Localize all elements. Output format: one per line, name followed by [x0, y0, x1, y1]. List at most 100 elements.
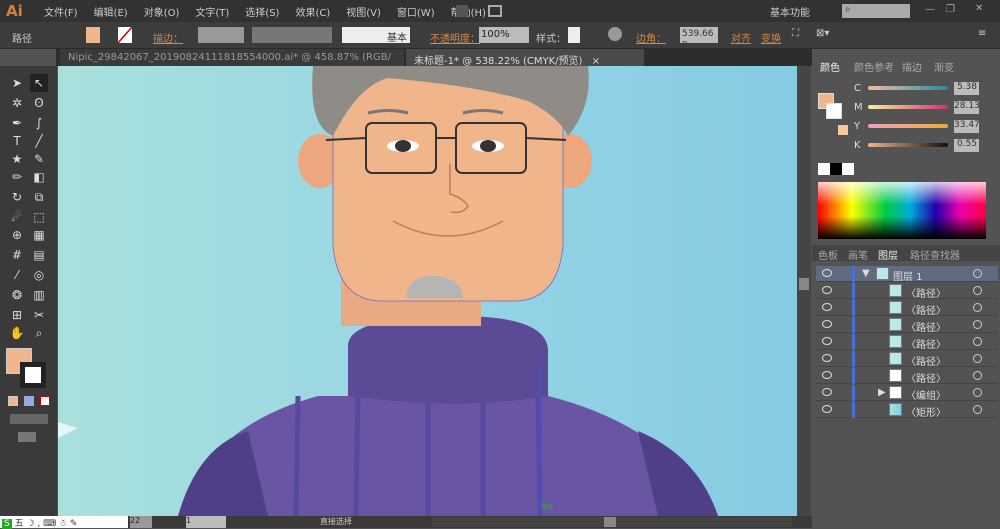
stroke-swatch-none[interactable]: [117, 26, 133, 44]
gradient-mode-button[interactable]: [24, 396, 34, 406]
free-transform-icon[interactable]: ⬚: [30, 208, 48, 226]
target-icon[interactable]: [973, 320, 982, 329]
tab-color[interactable]: 颜色: [820, 59, 840, 74]
isolate-icon[interactable]: ⛶: [792, 28, 799, 39]
out-of-gamut-swatch[interactable]: [838, 125, 848, 135]
layer-item-row[interactable]: 〈路径〉: [816, 300, 998, 317]
rotate-icon[interactable]: ↻: [8, 188, 26, 206]
color-spectrum[interactable]: [818, 182, 986, 239]
target-icon[interactable]: [973, 405, 982, 414]
fill-swatch[interactable]: [86, 27, 100, 43]
graphic-style-swatch[interactable]: [568, 27, 580, 43]
layer-item-row[interactable]: 〈路径〉: [816, 368, 998, 385]
tab-swatches[interactable]: 色板: [818, 247, 838, 262]
hand-icon[interactable]: ✋: [8, 324, 26, 342]
target-icon[interactable]: [973, 388, 982, 397]
visibility-icon[interactable]: [822, 388, 832, 396]
eyedropper-icon[interactable]: ⁄: [8, 266, 26, 284]
graph-icon[interactable]: ▥: [30, 286, 48, 304]
perspective-icon[interactable]: ▦: [30, 226, 48, 244]
corner-label[interactable]: 边角：: [636, 30, 666, 45]
layer-row[interactable]: ▼ 图层 1: [816, 266, 998, 283]
visibility-icon[interactable]: [822, 303, 832, 311]
visibility-icon[interactable]: [822, 337, 832, 345]
black-value[interactable]: 0.55: [954, 139, 979, 152]
pencil-icon[interactable]: ✏: [8, 168, 26, 186]
menu-object[interactable]: 对象(O): [144, 4, 180, 19]
search-input[interactable]: ⌕: [842, 4, 910, 18]
eraser-icon[interactable]: ◧: [30, 168, 48, 186]
white-swatch[interactable]: [842, 163, 854, 175]
black-slider[interactable]: [868, 143, 948, 147]
menu-file[interactable]: 文件(F): [44, 4, 78, 19]
symbol-sprayer-icon[interactable]: ❂: [8, 286, 26, 304]
curvature-icon[interactable]: ∫: [30, 114, 48, 132]
visibility-icon[interactable]: [822, 354, 832, 362]
stroke-label[interactable]: 描边：: [153, 30, 183, 45]
stroke-color-box[interactable]: [20, 362, 46, 388]
magenta-slider[interactable]: [868, 105, 948, 109]
panel-stroke-swatch[interactable]: [826, 103, 842, 119]
menu-effect[interactable]: 效果(C): [295, 4, 330, 19]
yellow-slider[interactable]: [868, 124, 948, 128]
arrange-documents-icon[interactable]: [488, 5, 502, 17]
menu-view[interactable]: 视图(V): [346, 4, 381, 19]
layer-item-row[interactable]: 〈矩形〉: [816, 402, 998, 419]
ime-toolbar[interactable]: S 五 ☽ ‚ ⌨ ☃ ✎: [0, 516, 128, 529]
close-button[interactable]: ✕: [975, 3, 983, 14]
target-icon[interactable]: [973, 354, 982, 363]
opacity-input[interactable]: 100%: [479, 27, 529, 43]
pen-tool-icon[interactable]: ✒: [8, 114, 26, 132]
screen-mode-icon[interactable]: [18, 432, 36, 442]
expand-icon[interactable]: ▼: [862, 268, 870, 279]
warp-icon[interactable]: ☄: [8, 208, 26, 226]
blend-icon[interactable]: ◎: [30, 266, 48, 284]
direct-selection-tool-icon[interactable]: ↖: [30, 74, 48, 92]
scale-icon[interactable]: ⧉: [30, 188, 48, 206]
artboard-icon[interactable]: ⊞: [8, 306, 26, 324]
tab-document-2[interactable]: 未标题-1* @ 538.22% (CMYK/预览) ×: [406, 49, 644, 67]
target-icon[interactable]: [973, 337, 982, 346]
workspace-switcher[interactable]: 基本功能: [770, 4, 810, 19]
selection-tool-icon[interactable]: ➤: [8, 74, 26, 92]
bridge-icon[interactable]: [456, 5, 468, 17]
lasso-icon[interactable]: ʘ: [30, 94, 48, 112]
visibility-icon[interactable]: [822, 286, 832, 294]
tab-stroke[interactable]: 描边: [902, 59, 922, 74]
minimize-button[interactable]: —: [925, 4, 935, 15]
yellow-value[interactable]: 33.47: [954, 120, 980, 133]
slice-icon[interactable]: ✂: [30, 306, 48, 324]
corner-input[interactable]: 539.66 p: [680, 27, 718, 49]
expand-icon[interactable]: ▶: [878, 387, 886, 398]
restore-button[interactable]: ❐: [946, 4, 955, 15]
menu-window[interactable]: 窗口(W): [397, 4, 435, 19]
visibility-icon[interactable]: [822, 269, 832, 277]
panel-menu-icon[interactable]: ≡: [978, 28, 986, 39]
mesh-icon[interactable]: #: [8, 246, 26, 264]
align-link[interactable]: 对齐: [731, 30, 751, 45]
transform-link[interactable]: 变换: [761, 30, 781, 45]
tab-color-guide[interactable]: 颜色参考: [854, 59, 894, 74]
black-swatch[interactable]: [830, 163, 842, 175]
recolor-icon[interactable]: [608, 27, 622, 41]
color-mode-button[interactable]: [8, 396, 18, 406]
layer-item-row[interactable]: 〈路径〉: [816, 317, 998, 334]
none-mode-button[interactable]: [40, 396, 50, 406]
artboard-number[interactable]: 1: [186, 516, 226, 528]
brush-icon[interactable]: ✎: [30, 150, 48, 168]
tab-pathfinder[interactable]: 路径查找器: [910, 247, 960, 262]
mask-icon[interactable]: ⊠▾: [816, 28, 829, 39]
tab-document-1[interactable]: Nipic_29842067_20190824111818554000.ai* …: [60, 49, 404, 78]
type-tool-icon[interactable]: T: [8, 132, 26, 150]
line-tool-icon[interactable]: ╱: [30, 132, 48, 150]
visibility-icon[interactable]: [822, 320, 832, 328]
variable-width-profile[interactable]: [252, 27, 332, 43]
menu-type[interactable]: 文字(T): [195, 4, 229, 19]
tab-gradient[interactable]: 渐变: [934, 59, 954, 74]
magenta-value[interactable]: 28.13: [954, 101, 980, 114]
brush-definition[interactable]: 基本: [342, 27, 410, 44]
layer-item-row[interactable]: 〈路径〉: [816, 351, 998, 368]
shape-builder-icon[interactable]: ⊕: [8, 226, 26, 244]
gradient-icon[interactable]: ▤: [30, 246, 48, 264]
cyan-slider[interactable]: [868, 86, 948, 90]
